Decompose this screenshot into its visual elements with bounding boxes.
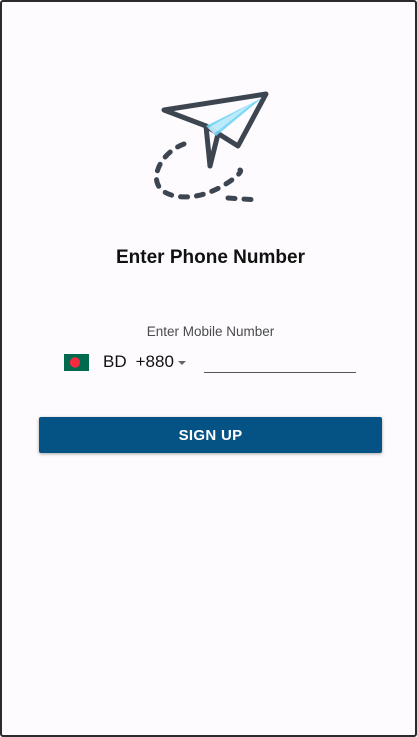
- sign-up-button[interactable]: SIGN UP: [39, 417, 382, 453]
- mobile-number-label: Enter Mobile Number: [146, 324, 275, 339]
- country-code-picker[interactable]: BD +880: [64, 350, 186, 374]
- phone-number-input[interactable]: [204, 352, 356, 373]
- paper-plane-icon: [153, 91, 269, 203]
- country-code-label: BD: [103, 352, 127, 371]
- page-title: Enter Phone Number: [116, 247, 305, 268]
- app-screen: Enter Phone Number Enter Mobile Number B…: [0, 0, 417, 737]
- bangladesh-flag-icon: [64, 353, 89, 371]
- dial-code-label: +880: [135, 352, 174, 371]
- dropdown-caret-icon: [177, 361, 186, 365]
